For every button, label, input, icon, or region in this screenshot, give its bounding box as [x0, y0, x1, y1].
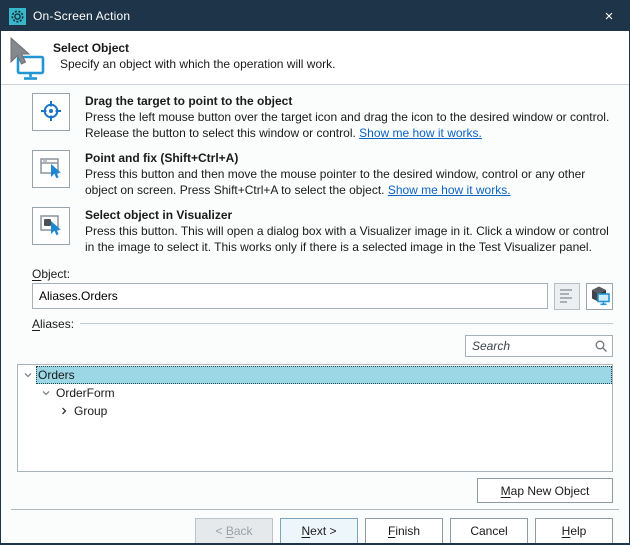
- tree-item-label: Orders: [38, 368, 75, 382]
- object-label-accel: O: [32, 267, 41, 281]
- visualizer-button[interactable]: [32, 207, 70, 245]
- option-text: Point and fix (Shift+Ctrl+A) Press this …: [85, 150, 613, 198]
- drag-target-button[interactable]: [32, 93, 70, 131]
- aliases-label-accel: A: [32, 317, 40, 331]
- show-me-link[interactable]: Show me how it works.: [359, 126, 482, 140]
- option-select-in-visualizer: Select object in Visualizer Press this b…: [17, 207, 613, 255]
- highlight-object-button[interactable]: [586, 283, 613, 310]
- button-label: elp: [570, 524, 586, 538]
- option-desc-text: Press this button. This will open a dial…: [85, 224, 609, 254]
- button-label: <: [215, 524, 225, 538]
- tree-item-highlight[interactable]: OrderForm: [54, 384, 612, 402]
- button-accel: M: [501, 484, 511, 498]
- option-title: Point and fix (Shift+Ctrl+A): [85, 150, 613, 166]
- close-icon[interactable]: ×: [589, 1, 629, 31]
- object-row: [17, 283, 613, 310]
- search-icon[interactable]: [594, 339, 608, 356]
- option-description: Press the left mouse button over the tar…: [85, 109, 613, 141]
- chevron-right-icon[interactable]: [56, 403, 72, 419]
- button-label: ack: [234, 524, 253, 538]
- aliases-label-text: liases:: [40, 317, 74, 331]
- titlebar: On-Screen Action ×: [1, 1, 629, 31]
- chevron-down-icon[interactable]: [38, 385, 54, 401]
- point-and-fix-icon: [39, 156, 63, 183]
- search-input[interactable]: [465, 335, 613, 357]
- button-accel: B: [226, 524, 234, 538]
- step-title: Select Object: [53, 41, 335, 55]
- search-box: [465, 335, 613, 357]
- visualizer-icon: [39, 212, 63, 240]
- button-label: Cancel: [470, 524, 507, 538]
- window-title: On-Screen Action: [33, 9, 589, 23]
- object-label: Object:: [17, 267, 613, 281]
- tree-item-highlight[interactable]: Group: [72, 402, 612, 420]
- map-row: Map New Object: [17, 478, 613, 503]
- option-text: Drag the target to point to the object P…: [85, 93, 613, 141]
- cancel-button[interactable]: Cancel: [450, 518, 528, 544]
- option-text: Select object in Visualizer Press this b…: [85, 207, 613, 255]
- tree-item-orderform[interactable]: OrderForm: [18, 384, 612, 402]
- object-label-text: bject:: [41, 267, 70, 281]
- app-gear-icon: [9, 8, 26, 25]
- target-icon: [39, 99, 63, 126]
- properties-list-button[interactable]: [554, 283, 581, 310]
- aliases-label: Aliases:: [32, 317, 74, 331]
- on-screen-action-dialog: On-Screen Action × Select Object Specify…: [0, 0, 630, 545]
- option-title: Select object in Visualizer: [85, 207, 613, 223]
- tree-item-orders[interactable]: Orders: [18, 366, 612, 384]
- step-subtitle: Specify an object with which the operati…: [60, 57, 335, 71]
- option-description: Press this button and then move the mous…: [85, 166, 613, 198]
- footer-separator: [11, 509, 619, 510]
- header-text: Select Object Specify an object with whi…: [53, 37, 335, 71]
- tree-item-label: Group: [74, 404, 107, 418]
- button-label: ap New Object: [511, 484, 590, 498]
- cube-monitor-icon: [589, 284, 611, 309]
- button-accel: N: [301, 524, 310, 538]
- button-label: inish: [395, 524, 420, 538]
- option-desc-text: Press the left mouse button over the tar…: [85, 110, 609, 140]
- next-button[interactable]: Next >: [280, 518, 358, 544]
- option-description: Press this button. This will open a dial…: [85, 223, 613, 255]
- object-input[interactable]: [32, 283, 548, 309]
- tree-item-highlight[interactable]: Orders: [36, 366, 612, 384]
- dialog-header: Select Object Specify an object with whi…: [1, 31, 629, 85]
- group-divider: [80, 323, 613, 325]
- option-title: Drag the target to point to the object: [85, 93, 613, 109]
- footer-buttons: < Back Next > Finish Cancel Help: [17, 518, 613, 544]
- help-button[interactable]: Help: [535, 518, 613, 544]
- show-me-link[interactable]: Show me how it works.: [388, 183, 511, 197]
- select-object-icon: [7, 37, 47, 83]
- option-drag-target: Drag the target to point to the object P…: [17, 93, 613, 141]
- tree-item-label: OrderForm: [56, 386, 115, 400]
- aliases-tree[interactable]: Orders OrderForm Group: [17, 364, 613, 472]
- dialog-content: Drag the target to point to the object P…: [1, 85, 629, 544]
- aliases-group-header: Aliases:: [17, 317, 613, 331]
- point-and-fix-button[interactable]: [32, 150, 70, 188]
- button-label: ext >: [310, 524, 336, 538]
- tree-item-group[interactable]: Group: [18, 402, 612, 420]
- list-icon: [558, 286, 576, 307]
- search-row: [17, 335, 613, 357]
- option-point-and-fix: Point and fix (Shift+Ctrl+A) Press this …: [17, 150, 613, 198]
- finish-button[interactable]: Finish: [365, 518, 443, 544]
- back-button[interactable]: < Back: [195, 518, 273, 544]
- chevron-down-icon[interactable]: [20, 367, 36, 383]
- map-new-object-button[interactable]: Map New Object: [477, 478, 613, 503]
